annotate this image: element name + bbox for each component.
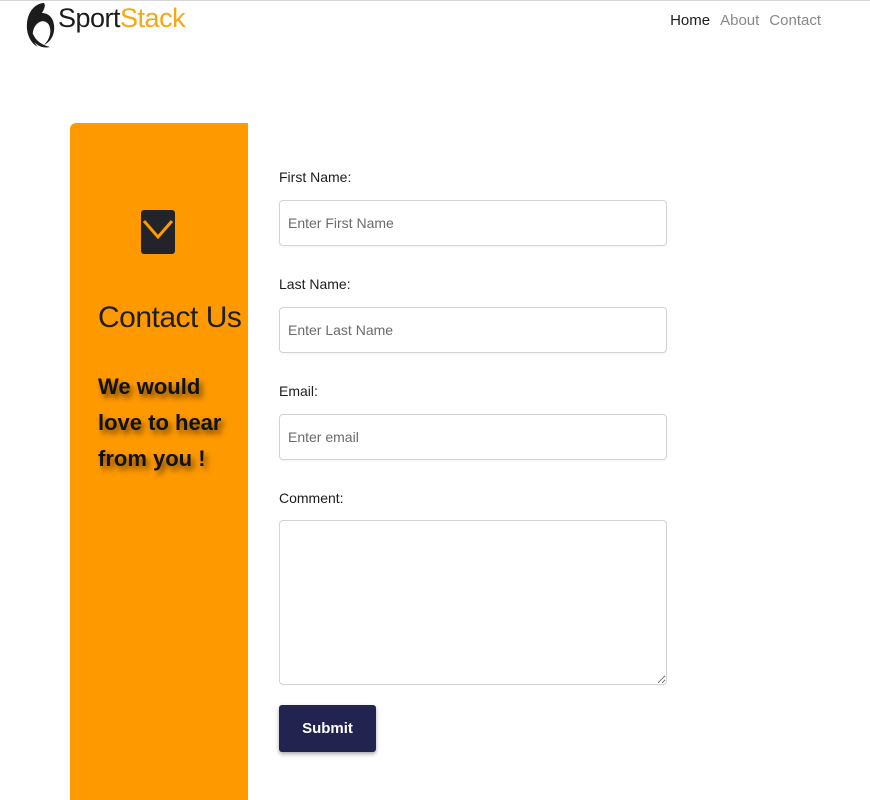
- first-name-input[interactable]: [279, 200, 667, 246]
- email-label: Email:: [279, 383, 318, 399]
- comment-textarea[interactable]: [279, 520, 667, 685]
- envelope-icon: [141, 210, 175, 254]
- email-input[interactable]: [279, 414, 667, 460]
- brand-name-part1: Sport: [58, 3, 121, 33]
- logo-mark-icon: [26, 3, 55, 48]
- contact-form: First Name: Last Name: Email: Comment: S…: [279, 166, 667, 752]
- brand-name-part2: Stack: [120, 3, 186, 33]
- top-nav: Home About Contact: [670, 12, 821, 29]
- contact-side-panel: Contact Us We would love to hear from yo…: [70, 123, 248, 800]
- submit-button[interactable]: Submit: [279, 705, 376, 752]
- nav-link-home[interactable]: Home: [670, 12, 710, 29]
- nav-link-about[interactable]: About: [720, 12, 759, 29]
- brand-logo[interactable]: SportStack: [24, 1, 186, 51]
- first-name-label: First Name:: [279, 169, 352, 185]
- brand-name: SportStack: [58, 1, 186, 35]
- comment-label: Comment:: [279, 490, 344, 506]
- nav-link-contact[interactable]: Contact: [769, 12, 821, 29]
- contact-title: Contact Us: [98, 301, 242, 334]
- last-name-label: Last Name:: [279, 276, 351, 292]
- last-name-input[interactable]: [279, 307, 667, 353]
- contact-subtitle: We would love to hear from you !: [98, 374, 222, 471]
